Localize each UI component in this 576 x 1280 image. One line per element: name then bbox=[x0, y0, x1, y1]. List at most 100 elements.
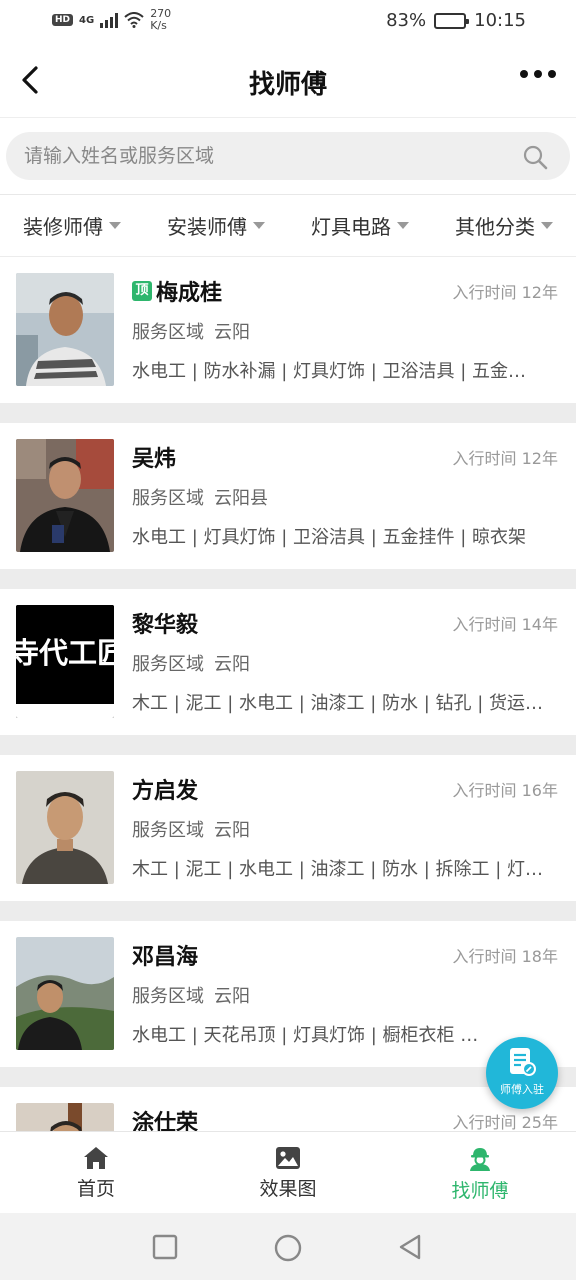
worker-name: 黎华毅 bbox=[132, 613, 199, 638]
back-triangle-icon[interactable] bbox=[396, 1233, 424, 1261]
worker-experience: 入行时间 14年 bbox=[453, 611, 558, 635]
worker-skills: 水电工 | 灯具灯饰 | 卫浴洁具 | 五金挂件 | 晾衣架 bbox=[132, 527, 527, 548]
worker-name: 吴炜 bbox=[132, 447, 177, 472]
more-icon[interactable] bbox=[520, 70, 556, 78]
worker-photo bbox=[16, 273, 114, 386]
search-section bbox=[0, 118, 576, 194]
filter-label: 装修师傅 bbox=[23, 215, 103, 239]
experience-value: 16年 bbox=[521, 781, 558, 800]
clock: 10:15 bbox=[474, 10, 526, 31]
worker-name-row: 吴炜 bbox=[132, 441, 176, 473]
worker-skills: 木工 | 泥工 | 水电工 | 油漆工 | 防水 | 拆除工 | 灯具灯饰 bbox=[132, 859, 544, 880]
worker-area: 服务区域 云阳 bbox=[132, 982, 250, 1008]
worker-area: 服务区域 云阳 bbox=[132, 650, 250, 676]
experience-label: 入行时间 bbox=[452, 615, 517, 634]
recents-icon[interactable] bbox=[151, 1233, 179, 1261]
experience-label: 入行时间 bbox=[452, 283, 517, 302]
worker-card[interactable]: 寺代工匠 黎华毅 入行时间 14年 服务区域 云阳 木工 | 泥工 | 水电工 |… bbox=[0, 589, 576, 735]
signal-icon bbox=[100, 12, 119, 28]
photo-logo-text: 寺代工匠 bbox=[16, 636, 114, 670]
worker-skills: 木工 | 泥工 | 水电工 | 油漆工 | 防水 | 钻孔 | 货运搬运 bbox=[132, 693, 544, 714]
experience-value: 25年 bbox=[521, 1113, 558, 1131]
worker-experience: 入行时间 18年 bbox=[453, 943, 558, 967]
status-bar: HD 4G 270 K/s 83% 10:15 bbox=[0, 0, 576, 44]
worker-name-row: 涂仕荣 bbox=[132, 1105, 198, 1131]
experience-label: 入行时间 bbox=[452, 1113, 517, 1131]
experience-label: 入行时间 bbox=[452, 449, 517, 468]
filter-other[interactable]: 其他分类 bbox=[455, 211, 553, 240]
worker-name: 方启发 bbox=[132, 779, 199, 804]
filter-label: 其他分类 bbox=[455, 215, 535, 239]
area-label: 服务区域 bbox=[132, 322, 204, 343]
worker-card[interactable]: 方启发 入行时间 16年 服务区域 云阳 木工 | 泥工 | 水电工 | 油漆工 … bbox=[0, 755, 576, 901]
worker-photo bbox=[16, 937, 114, 1050]
tab-home[interactable]: 首页 bbox=[0, 1132, 192, 1213]
search-input[interactable] bbox=[24, 132, 504, 180]
worker-list: 顶 梅成桂 入行时间 12年 服务区域 云阳 水电工 | 防水补漏 | 灯具灯饰 … bbox=[0, 257, 576, 1131]
area-value: 云阳 bbox=[214, 654, 250, 675]
tab-find-worker[interactable]: 找师傅 bbox=[384, 1132, 576, 1213]
search-icon[interactable] bbox=[522, 144, 548, 170]
worker-skills: 水电工 | 防水补漏 | 灯具灯饰 | 卫浴洁具 | 五金挂件 bbox=[132, 361, 544, 382]
speed-unit: K/s bbox=[150, 19, 167, 32]
filter-label: 灯具电路 bbox=[311, 215, 391, 239]
caret-down-icon bbox=[109, 222, 121, 229]
home-circle-icon[interactable] bbox=[273, 1233, 303, 1263]
home-icon bbox=[84, 1147, 108, 1169]
top-badge: 顶 bbox=[132, 281, 152, 301]
filter-installation[interactable]: 安装师傅 bbox=[167, 211, 265, 240]
caret-down-icon bbox=[541, 222, 553, 229]
worker-name: 涂仕荣 bbox=[132, 1111, 199, 1131]
worker-photo: 寺代工匠 bbox=[16, 605, 114, 718]
area-label: 服务区域 bbox=[132, 820, 204, 841]
status-right: 83% 10:15 bbox=[386, 10, 526, 31]
worker-photo bbox=[16, 771, 114, 884]
worker-area: 服务区域 云阳 bbox=[132, 816, 250, 842]
area-value: 云阳 bbox=[214, 986, 250, 1007]
worker-area: 服务区域 云阳 bbox=[132, 318, 250, 344]
area-label: 服务区域 bbox=[132, 654, 204, 675]
experience-value: 12年 bbox=[521, 449, 558, 468]
area-label: 服务区域 bbox=[132, 488, 204, 509]
system-nav-bar bbox=[0, 1213, 576, 1280]
network-type: 4G bbox=[79, 14, 95, 26]
worker-experience: 入行时间 16年 bbox=[453, 777, 558, 801]
worker-photo bbox=[16, 1103, 114, 1131]
worker-name-row: 方启发 bbox=[132, 773, 198, 805]
battery-icon bbox=[434, 12, 470, 29]
page-title: 找师傅 bbox=[248, 70, 327, 100]
caret-down-icon bbox=[253, 222, 265, 229]
bottom-tab-bar: 首页 效果图 找师傅 bbox=[0, 1131, 576, 1213]
filter-bar: 装修师傅 安装师傅 灯具电路 其他分类 bbox=[0, 194, 576, 256]
caret-down-icon bbox=[397, 222, 409, 229]
worker-card[interactable]: 顶 梅成桂 入行时间 12年 服务区域 云阳 水电工 | 防水补漏 | 灯具灯饰 … bbox=[0, 257, 576, 403]
worker-name: 梅成桂 bbox=[156, 281, 223, 306]
worker-area: 服务区域 云阳县 bbox=[132, 484, 268, 510]
area-label: 服务区域 bbox=[132, 986, 204, 1007]
tab-effects[interactable]: 效果图 bbox=[192, 1132, 384, 1213]
worker-name: 邓昌海 bbox=[132, 945, 199, 970]
experience-value: 12年 bbox=[521, 283, 558, 302]
worker-name-row: 顶 梅成桂 bbox=[132, 275, 222, 307]
battery-percent: 83% bbox=[386, 10, 427, 31]
experience-label: 入行时间 bbox=[452, 947, 517, 966]
worker-icon bbox=[470, 1148, 490, 1171]
filter-lighting[interactable]: 灯具电路 bbox=[311, 211, 409, 240]
worker-experience: 入行时间 12年 bbox=[453, 445, 558, 469]
fab-label: 师傅入驻 bbox=[500, 1083, 544, 1096]
filter-decoration[interactable]: 装修师傅 bbox=[23, 211, 121, 240]
area-value: 云阳 bbox=[214, 820, 250, 841]
tab-label: 效果图 bbox=[259, 1178, 317, 1200]
tab-label: 首页 bbox=[76, 1178, 115, 1200]
worker-card[interactable]: 邓昌海 入行时间 18年 服务区域 云阳 水电工 | 天花吊顶 | 灯具灯饰 | … bbox=[0, 921, 576, 1067]
status-left: HD 4G 270 K/s bbox=[52, 8, 171, 32]
wifi-icon bbox=[124, 12, 144, 28]
worker-name-row: 邓昌海 bbox=[132, 939, 198, 971]
join-as-worker-button[interactable]: 师傅入驻 bbox=[486, 1037, 558, 1109]
worker-name-row: 黎华毅 bbox=[132, 607, 198, 639]
filter-label: 安装师傅 bbox=[167, 215, 247, 239]
network-speed: 270 K/s bbox=[150, 8, 171, 32]
hd-indicator: HD bbox=[52, 14, 74, 26]
experience-value: 14年 bbox=[521, 615, 558, 634]
worker-card[interactable]: 吴炜 入行时间 12年 服务区域 云阳县 水电工 | 灯具灯饰 | 卫浴洁具 | … bbox=[0, 423, 576, 569]
